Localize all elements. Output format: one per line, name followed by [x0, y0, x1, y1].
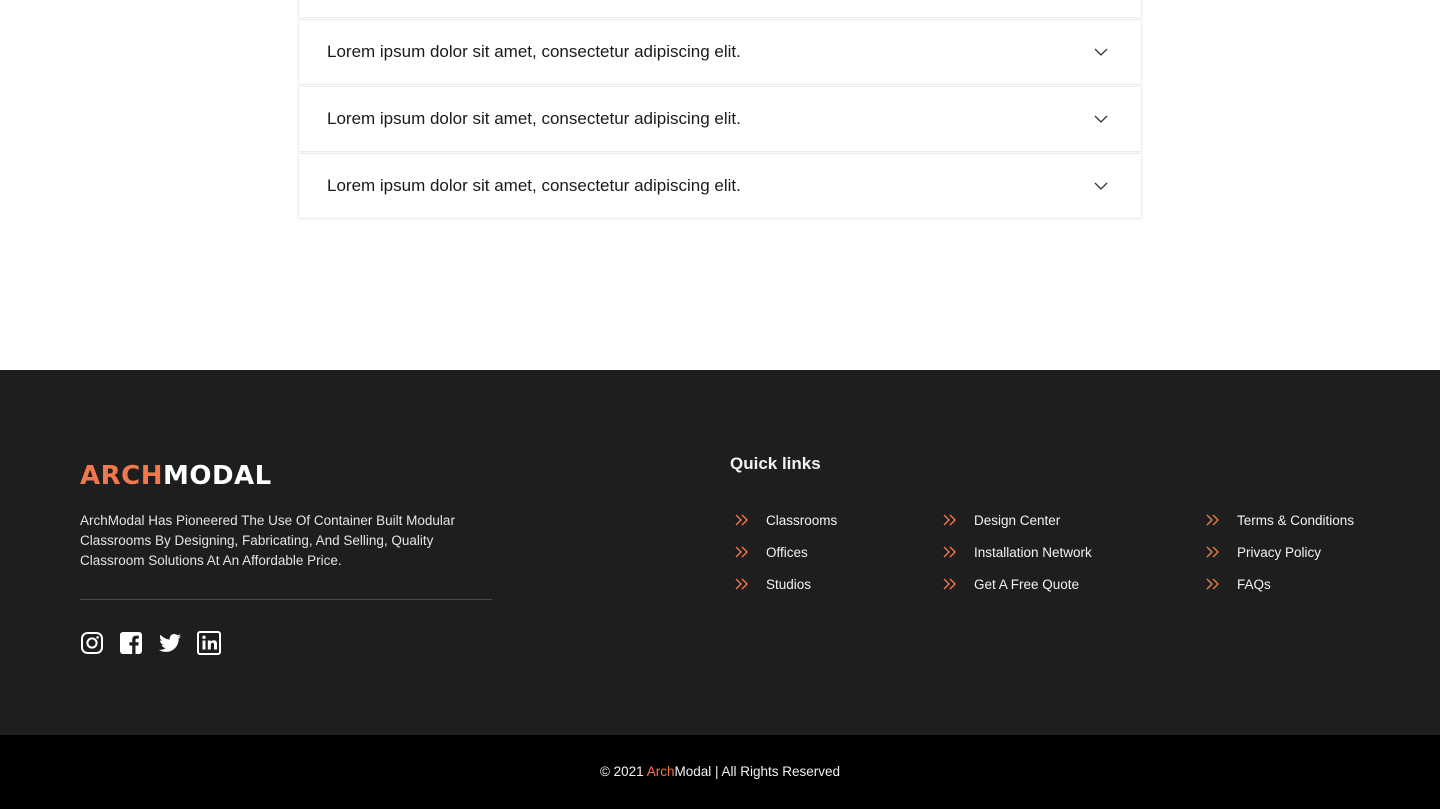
quick-link-label: Installation Network — [974, 544, 1092, 560]
faq-question: Lorem ipsum dolor sit amet, consectetur … — [327, 42, 741, 61]
logo-arch: ARCH — [80, 461, 163, 491]
quick-link-label: Design Center — [974, 512, 1061, 528]
logo-modal: MODAL — [162, 461, 272, 491]
quick-link-label: Get A Free Quote — [974, 576, 1080, 592]
quick-link-label: Offices — [766, 544, 808, 560]
footer-about-text: ArchModal Has Pioneered The Use Of Conta… — [80, 513, 455, 568]
twitter-icon[interactable] — [158, 631, 182, 655]
linkedin-icon[interactable] — [197, 631, 221, 655]
double-chevron-right-icon — [1206, 514, 1219, 526]
quick-link-label: FAQs — [1237, 576, 1271, 592]
chevron-down-icon[interactable] — [1093, 180, 1109, 192]
quick-link-privacy[interactable]: Privacy Policy — [1205, 536, 1354, 568]
quick-links-column-1: Classrooms Offices Studios — [734, 510, 837, 606]
copyright-text: © 2021 ArchModal | All Rights Reserved — [0, 764, 1440, 779]
social-links — [80, 631, 221, 655]
chevron-down-icon[interactable] — [1093, 46, 1109, 58]
quick-link-terms[interactable]: Terms & Conditions — [1205, 504, 1354, 536]
quick-link-get-free-quote[interactable]: Get A Free Quote — [942, 568, 1092, 600]
double-chevron-right-icon — [1206, 546, 1219, 558]
double-chevron-right-icon — [943, 546, 956, 558]
quick-links-column-2: Design Center Installation Network Get A… — [942, 510, 1092, 606]
footer: ARCHMODAL ArchModal Has Pioneered The Us… — [0, 370, 1440, 735]
faq-item[interactable]: Lorem ipsum dolor sit amet, consectetur … — [298, 86, 1142, 152]
chevron-down-icon[interactable] — [1093, 113, 1109, 125]
double-chevron-right-icon — [735, 546, 748, 558]
quick-link-label: Terms & Conditions — [1237, 512, 1355, 528]
quick-link-studios[interactable]: Studios — [734, 568, 837, 600]
quick-link-design-center[interactable]: Design Center — [942, 504, 1092, 536]
instagram-icon[interactable] — [80, 631, 104, 655]
copyright-accent: Arch — [646, 764, 675, 779]
faq-item[interactable]: Lorem ipsum dolor sit amet, consectetur … — [298, 19, 1142, 85]
copyright-prefix: © 2021 — [599, 764, 647, 779]
double-chevron-right-icon — [943, 578, 956, 590]
faq-item[interactable] — [298, 0, 1142, 18]
faq-section: Lorem ipsum dolor sit amet, consectetur … — [0, 0, 1440, 370]
double-chevron-right-icon — [1206, 578, 1219, 590]
quick-link-faqs[interactable]: FAQs — [1205, 568, 1354, 600]
double-chevron-right-icon — [943, 514, 956, 526]
quick-link-classrooms[interactable]: Classrooms — [734, 504, 837, 536]
footer-divider — [80, 599, 492, 600]
double-chevron-right-icon — [735, 514, 748, 526]
faq-item[interactable]: Lorem ipsum dolor sit amet, consectetur … — [298, 153, 1142, 219]
facebook-icon[interactable] — [119, 631, 143, 655]
quick-links-column-3: Terms & Conditions Privacy Policy FAQs — [1205, 510, 1354, 606]
copyright-suffix: Modal | All Rights Reserved — [674, 764, 841, 779]
double-chevron-right-icon — [735, 578, 748, 590]
quick-links-title: Quick links — [730, 454, 821, 473]
faq-question: Lorem ipsum dolor sit amet, consectetur … — [327, 109, 741, 128]
faq-question: Lorem ipsum dolor sit amet, consectetur … — [327, 176, 741, 195]
quick-link-label: Privacy Policy — [1237, 544, 1322, 560]
footer-logo[interactable]: ARCHMODAL — [80, 461, 272, 491]
quick-link-offices[interactable]: Offices — [734, 536, 837, 568]
quick-link-label: Studios — [766, 576, 812, 592]
quick-link-installation-network[interactable]: Installation Network — [942, 536, 1092, 568]
quick-link-label: Classrooms — [766, 512, 838, 528]
copyright-bar: © 2021 ArchModal | All Rights Reserved — [0, 735, 1440, 809]
